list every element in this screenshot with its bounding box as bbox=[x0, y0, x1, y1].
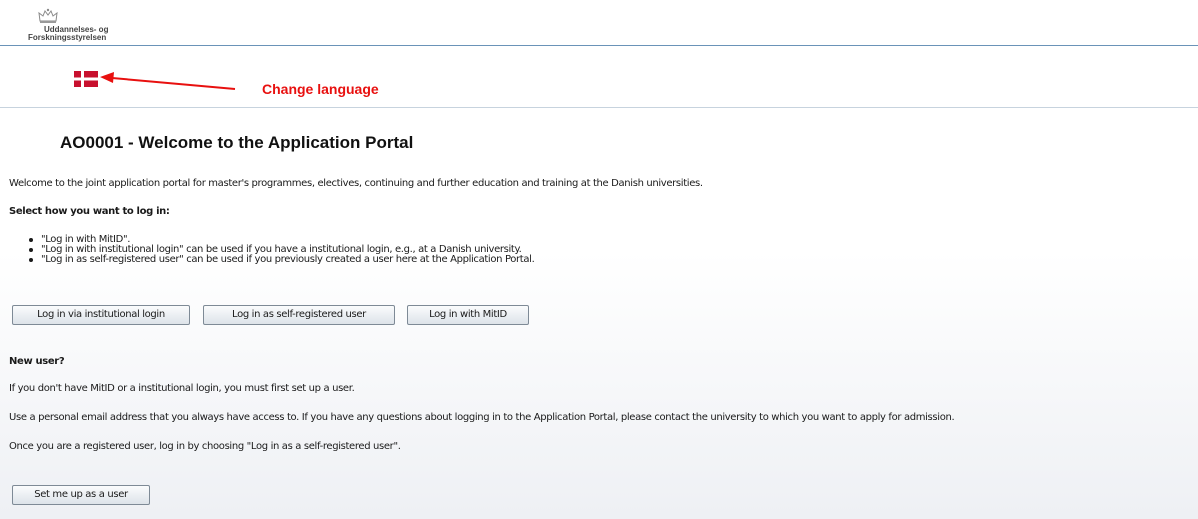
login-heading: Select how you want to log in: bbox=[9, 206, 170, 217]
ministry-logo[interactable]: Uddannelses- og Forskningsstyrelsen bbox=[24, 8, 174, 44]
main-content: AO0001 - Welcome to the Application Port… bbox=[0, 108, 1198, 519]
self-registered-login-button[interactable]: Log in as self-registered user bbox=[203, 305, 395, 325]
intro-text: Welcome to the joint application portal … bbox=[9, 178, 703, 189]
header: Uddannelses- og Forskningsstyrelsen bbox=[0, 0, 1198, 46]
annotation-arrow-icon bbox=[100, 72, 236, 90]
mitid-login-button[interactable]: Log in with MitID bbox=[407, 305, 529, 325]
login-options-list: "Log in with MitID". "Log in with instit… bbox=[26, 235, 535, 265]
new-user-text-1: If you don't have MitID or a institution… bbox=[9, 383, 355, 394]
page-title: AO0001 - Welcome to the Application Port… bbox=[60, 133, 414, 152]
new-user-heading: New user? bbox=[9, 356, 65, 367]
danish-flag-icon[interactable] bbox=[74, 71, 98, 87]
list-item: "Log in as self-registered user" can be … bbox=[26, 255, 535, 265]
logo-line-2: Forskningsstyrelsen bbox=[28, 33, 107, 42]
language-bar: Change language bbox=[0, 46, 1198, 108]
crown-icon bbox=[38, 8, 58, 23]
setup-user-button[interactable]: Set me up as a user bbox=[12, 485, 150, 505]
change-language-annotation: Change language bbox=[262, 81, 379, 97]
new-user-text-3: Once you are a registered user, log in b… bbox=[9, 441, 401, 452]
new-user-text-2: Use a personal email address that you al… bbox=[9, 412, 955, 423]
institutional-login-button[interactable]: Log in via institutional login bbox=[12, 305, 190, 325]
